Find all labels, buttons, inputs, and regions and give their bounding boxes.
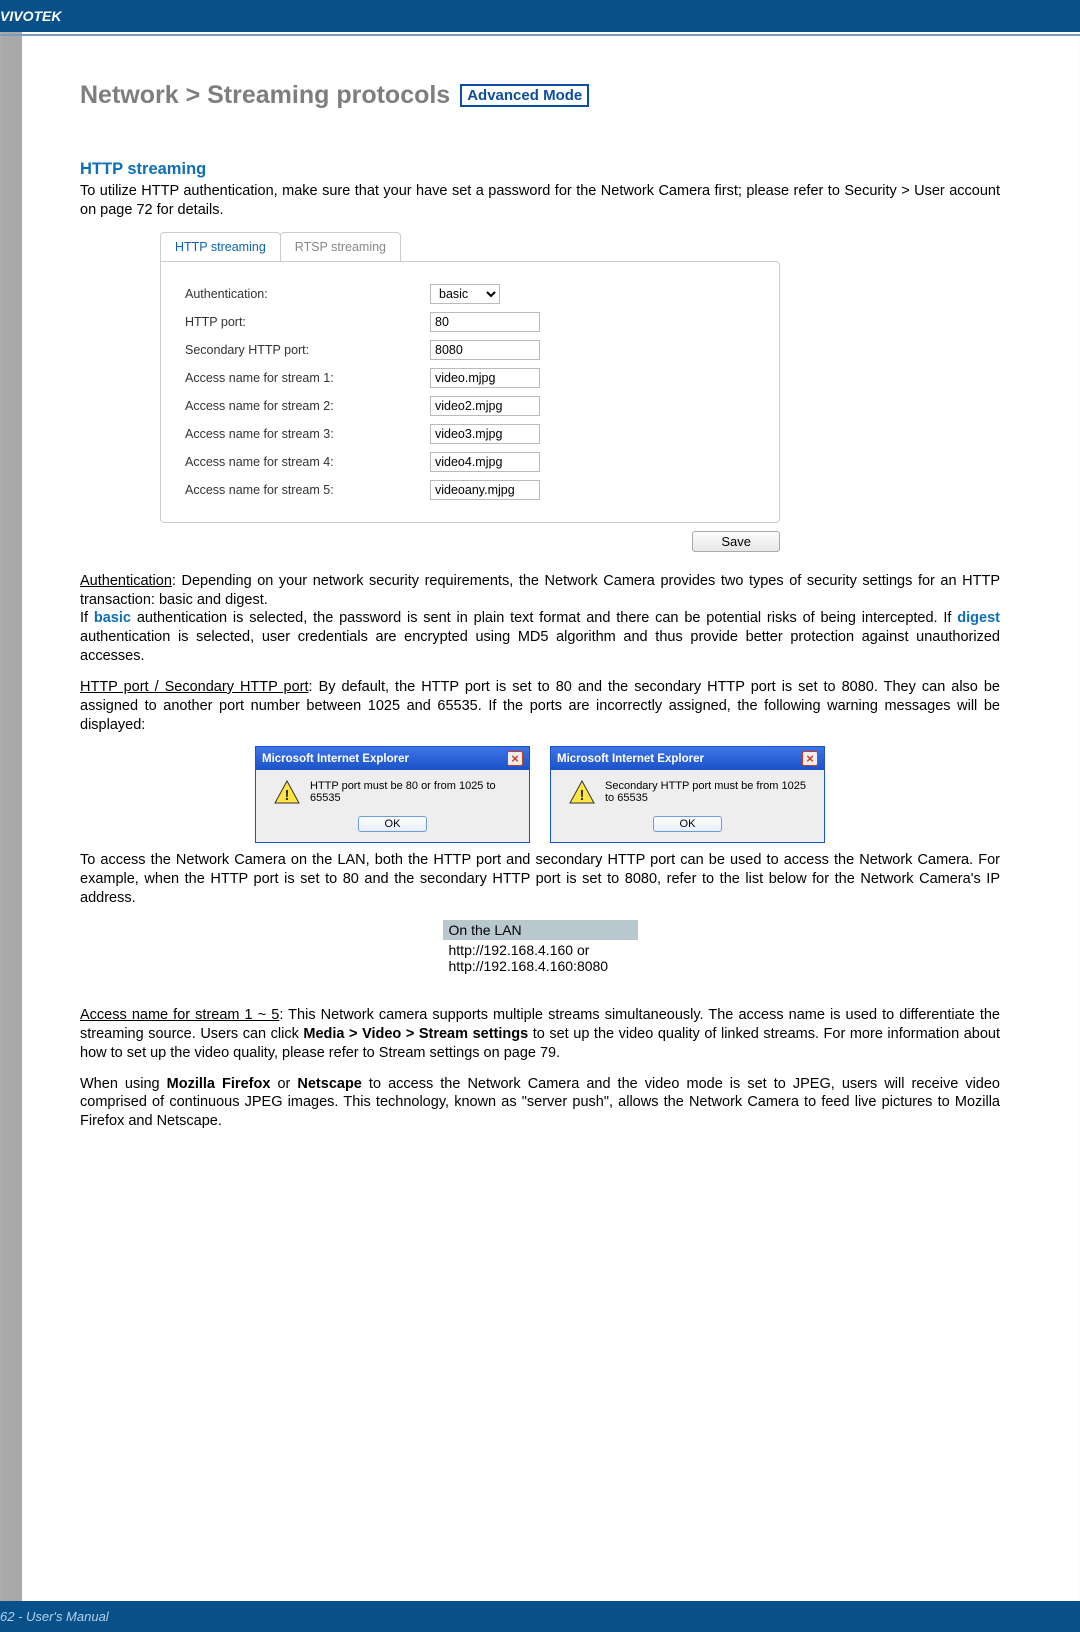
stream3-input[interactable] bbox=[430, 424, 540, 444]
authentication-select[interactable]: basic bbox=[430, 284, 500, 304]
http-port-warning-dialog: Microsoft Internet Explorer × ! HTTP por… bbox=[255, 746, 530, 843]
brand-name: VIVOTEK bbox=[0, 8, 61, 24]
tab-bar: HTTP streaming RTSP streaming bbox=[160, 232, 780, 261]
http-streaming-panel: HTTP streaming RTSP streaming Authentica… bbox=[160, 232, 780, 552]
tab-http-streaming[interactable]: HTTP streaming bbox=[160, 232, 281, 261]
stream3-label: Access name for stream 3: bbox=[185, 427, 430, 441]
tab-rtsp-streaming[interactable]: RTSP streaming bbox=[280, 232, 401, 261]
header-rule bbox=[0, 34, 1080, 36]
secondary-http-port-label: Secondary HTTP port: bbox=[185, 343, 430, 357]
access-lead: Access name for stream 1 ~ 5 bbox=[80, 1007, 279, 1023]
http-port-input[interactable] bbox=[430, 312, 540, 332]
port-lead: HTTP port / Secondary HTTP port bbox=[80, 679, 309, 695]
brand-header: VIVOTEK bbox=[0, 0, 1080, 32]
stream4-label: Access name for stream 4: bbox=[185, 455, 430, 469]
warning-icon: ! bbox=[569, 780, 595, 804]
firefox-keyword: Mozilla Firefox bbox=[167, 1076, 271, 1092]
warning-dialogs: Microsoft Internet Explorer × ! HTTP por… bbox=[80, 746, 1000, 843]
stream1-label: Access name for stream 1: bbox=[185, 371, 430, 385]
warning-icon: ! bbox=[274, 780, 300, 804]
advanced-mode-badge: Advanced Mode bbox=[460, 84, 589, 107]
access-name-paragraph: Access name for stream 1 ~ 5: This Netwo… bbox=[80, 1006, 1000, 1063]
ok-button[interactable]: OK bbox=[653, 816, 723, 832]
firefox-paragraph: When using Mozilla Firefox or Netscape t… bbox=[80, 1075, 1000, 1132]
stream4-input[interactable] bbox=[430, 452, 540, 472]
save-button[interactable]: Save bbox=[692, 531, 780, 552]
stream2-input[interactable] bbox=[430, 396, 540, 416]
port-paragraph: HTTP port / Secondary HTTP port: By defa… bbox=[80, 678, 1000, 735]
dialog1-title: Microsoft Internet Explorer bbox=[262, 753, 409, 765]
footer-text: 62 - User's Manual bbox=[0, 1609, 109, 1624]
close-icon[interactable]: × bbox=[802, 751, 818, 766]
intro-paragraph: To utilize HTTP authentication, make sur… bbox=[80, 182, 1000, 220]
dialog2-title: Microsoft Internet Explorer bbox=[557, 753, 704, 765]
page-footer: 62 - User's Manual bbox=[0, 1601, 1080, 1632]
lan-head: On the LAN bbox=[443, 920, 638, 940]
lan-url-1: http://192.168.4.160 or bbox=[449, 942, 632, 958]
auth-lead: Authentication bbox=[80, 573, 172, 589]
media-path: Media > Video > Stream settings bbox=[303, 1026, 528, 1042]
svg-text:!: ! bbox=[580, 787, 585, 804]
digest-keyword: digest bbox=[957, 610, 1000, 626]
lan-url-2: http://192.168.4.160:8080 bbox=[449, 958, 632, 974]
form-panel: Authentication: basic HTTP port: Seconda… bbox=[160, 261, 780, 523]
basic-keyword: basic bbox=[94, 610, 131, 626]
stream1-input[interactable] bbox=[430, 368, 540, 388]
lan-address-box: On the LAN http://192.168.4.160 or http:… bbox=[443, 920, 638, 976]
dialog2-message: Secondary HTTP port must be from 1025 to… bbox=[605, 780, 814, 804]
secondary-http-port-input[interactable] bbox=[430, 340, 540, 360]
page-title: Network > Streaming protocols bbox=[80, 81, 450, 110]
title-row: Network > Streaming protocols Advanced M… bbox=[80, 81, 1000, 110]
authentication-paragraph: Authentication: Depending on your networ… bbox=[80, 572, 1000, 666]
http-port-label: HTTP port: bbox=[185, 315, 430, 329]
close-icon[interactable]: × bbox=[507, 751, 523, 766]
lan-paragraph: To access the Network Camera on the LAN,… bbox=[80, 851, 1000, 908]
section-heading-http-streaming: HTTP streaming bbox=[80, 160, 1000, 179]
secondary-port-warning-dialog: Microsoft Internet Explorer × ! Secondar… bbox=[550, 746, 825, 843]
stream5-input[interactable] bbox=[430, 480, 540, 500]
svg-text:!: ! bbox=[285, 787, 290, 804]
stream5-label: Access name for stream 5: bbox=[185, 483, 430, 497]
stream2-label: Access name for stream 2: bbox=[185, 399, 430, 413]
authentication-label: Authentication: bbox=[185, 287, 430, 301]
ok-button[interactable]: OK bbox=[358, 816, 428, 832]
dialog1-message: HTTP port must be 80 or from 1025 to 655… bbox=[310, 780, 519, 804]
netscape-keyword: Netscape bbox=[297, 1076, 361, 1092]
